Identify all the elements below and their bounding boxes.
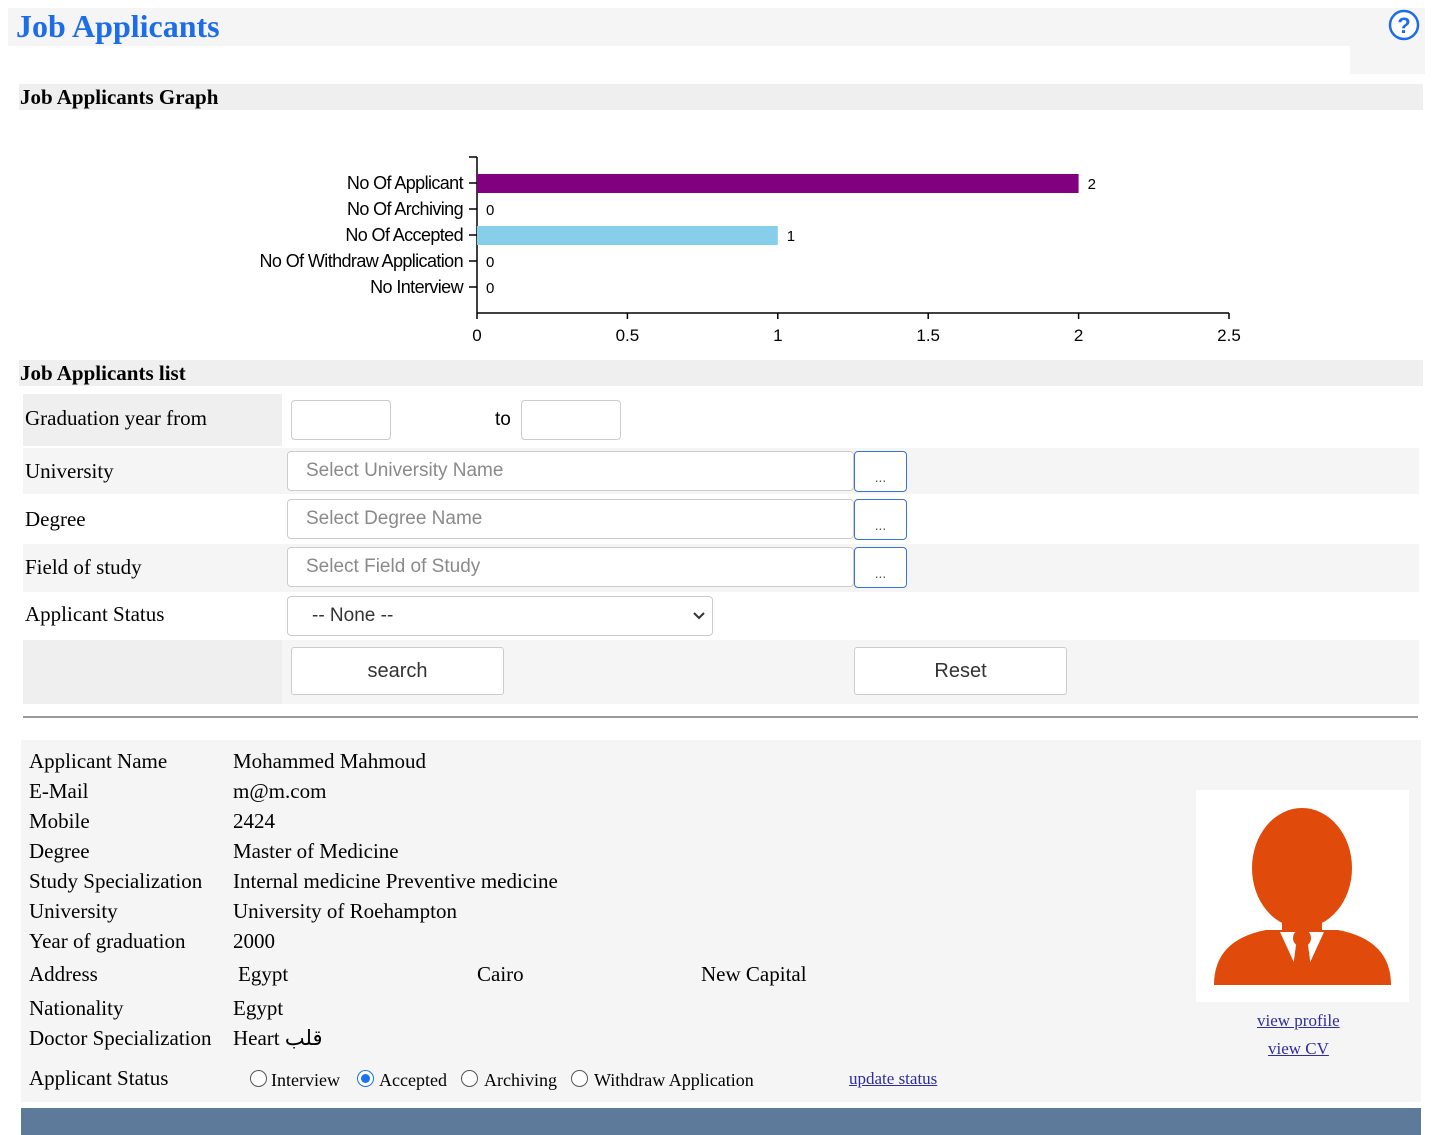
email-label: E-Mail [29,779,89,803]
nationality-value: Egypt [233,996,284,1020]
filter-row-degree: Degree Select Degree Name ... [23,496,1419,542]
status-option-accepted: Accepted [379,1070,447,1090]
mobile-value: 2424 [233,809,275,833]
doctor-spec-label: Doctor Specialization [29,1026,212,1050]
university-label: University [25,459,114,483]
status-radio-accepted[interactable] [357,1070,374,1087]
degree-label: Degree [25,507,86,531]
graph-area [19,110,1423,360]
footer-bar [21,1108,1421,1135]
filter-row-status: Applicant Status -- None -- [23,592,1419,640]
degree-input[interactable]: Select Degree Name [287,499,854,539]
status-filter-label: Applicant Status [25,602,165,626]
status-radio-archiving[interactable] [461,1070,478,1087]
doctor-spec-value: Heart قلب [233,1026,323,1050]
address-city: Cairo [477,962,524,986]
view-cv-link[interactable]: view CV [1268,1039,1329,1059]
header-strip [8,46,1350,74]
filter-row-actions: search Reset [23,640,1419,704]
graph-section-title: Job Applicants Graph [19,84,1423,110]
university-detail-label: University [29,899,118,923]
email-value: m@m.com [233,779,327,803]
avatar [1196,790,1409,1002]
page-header: Job Applicants [8,8,1425,46]
address-district: New Capital [701,962,807,986]
study-spec-value: Internal medicine Preventive medicine [233,869,558,893]
applicant-name-label: Applicant Name [29,749,168,773]
status-option-interview: Interview [271,1070,340,1090]
chevron-down-icon [693,612,705,620]
graduation-from-label: Graduation year from [25,406,207,430]
degree-detail-label: Degree [29,839,90,863]
filter-row-university: University Select University Name ... [23,448,1419,494]
header-strip-right [1350,46,1425,74]
status-option-withdraw: Withdraw Application [594,1070,754,1090]
address-label: Address [29,962,98,986]
svg-text:?: ? [1397,13,1410,38]
person-icon [1214,808,1391,985]
applicant-card: Applicant Name Mohammed Mahmoud E-Mail m… [21,740,1421,1102]
help-icon[interactable]: ? [1388,9,1420,41]
update-status-link[interactable]: update status [849,1069,937,1089]
degree-browse-button[interactable]: ... [854,499,907,540]
university-input[interactable]: Select University Name [287,451,854,491]
nationality-label: Nationality [29,996,124,1020]
degree-value: Master of Medicine [233,839,399,863]
filter-row-field: Field of study Select Field of Study ... [23,544,1419,592]
grad-year-value: 2000 [233,929,275,953]
applicant-name-value: Mohammed Mahmoud [233,749,427,773]
status-select-value: -- None -- [312,605,394,626]
search-button[interactable]: search [291,647,504,695]
grad-year-label: Year of graduation [29,929,186,953]
mobile-label: Mobile [29,809,90,833]
view-profile-link[interactable]: view profile [1257,1011,1340,1031]
list-section-title: Job Applicants list [19,360,1423,386]
status-radio-withdraw[interactable] [571,1070,588,1087]
field-of-study-label: Field of study [25,555,142,579]
graduation-to-label: to [495,409,511,430]
reset-button[interactable]: Reset [854,647,1067,695]
status-radio-interview[interactable] [250,1070,267,1087]
label-cell [23,640,282,704]
applicant-status-label: Applicant Status [29,1066,169,1090]
graduation-to-input[interactable] [521,400,621,440]
divider [23,716,1418,718]
filter-row-graduation: Graduation year from to [23,394,1419,446]
page-title: Job Applicants [16,8,220,44]
status-select[interactable]: -- None -- [287,596,713,636]
field-browse-button[interactable]: ... [854,547,907,588]
university-browse-button[interactable]: ... [854,451,907,492]
graduation-from-input[interactable] [291,400,391,440]
university-value: University of Roehampton [233,899,457,923]
address-country: Egypt [238,962,289,986]
study-spec-label: Study Specialization [29,869,203,893]
field-of-study-input[interactable]: Select Field of Study [287,547,854,587]
status-option-archiving: Archiving [484,1070,557,1090]
